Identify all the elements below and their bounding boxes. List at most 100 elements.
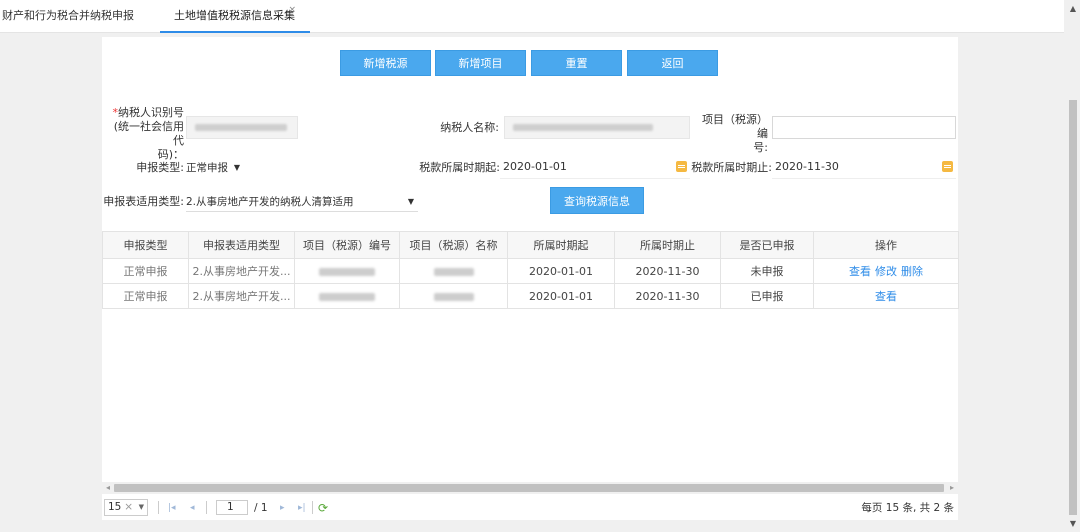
view-link[interactable]: 查看	[849, 265, 871, 278]
close-icon[interactable]: ×	[288, 0, 296, 26]
vertical-scrollbar[interactable]: ▲ ▼	[1066, 0, 1080, 532]
cell-start: 2020-01-01	[507, 258, 615, 284]
cell-project-no	[294, 283, 400, 309]
reset-button[interactable]: 重置	[531, 50, 622, 76]
add-project-button[interactable]: 新增项目	[435, 50, 526, 76]
toolbar: 新增税源 新增项目 重置 返回	[102, 50, 958, 76]
page-size-value: 15	[108, 501, 122, 513]
cell-form-type: 2.从事房地产开发...	[188, 258, 295, 284]
period-start-input[interactable]: 2020-01-01	[500, 156, 690, 179]
taxpayer-id-field	[186, 116, 298, 139]
taxpayer-id-label: *纳税人识别号 (统一社会信用代 码)：	[106, 106, 185, 162]
select-value: 正常申报	[186, 162, 228, 174]
column-header[interactable]: 申报类型	[102, 231, 189, 259]
divider	[312, 501, 313, 514]
tab-bar: 财产和行为税合并纳税申报 土地增值税税源信息采集 ×	[0, 0, 1064, 33]
column-header[interactable]: 项目（税源）编号	[294, 231, 400, 259]
table-row[interactable]: 正常申报 2.从事房地产开发... 2020-01-01 2020-11-30 …	[102, 258, 959, 284]
column-header[interactable]: 是否已申报	[720, 231, 814, 259]
source-table: 申报类型 申报表适用类型 项目（税源）编号 项目（税源）名称 所属时期起 所属时…	[102, 231, 959, 309]
redacted-value	[319, 292, 375, 301]
delete-link[interactable]: 删除	[901, 265, 923, 278]
scroll-down-icon[interactable]: ▼	[1066, 519, 1080, 528]
scroll-left-icon[interactable]: ◂	[102, 482, 114, 494]
label-line: 号:	[753, 141, 768, 154]
label-line: (统一社会信用代	[113, 120, 184, 147]
pagination: 15 × ▼ |◂ ◂ 1 / 1 ▸ ▸| ⟳ 每页 15 条, 共 2 条	[102, 498, 958, 518]
dropdown-arrow-icon: ▼	[138, 503, 144, 511]
table-header-row: 申报类型 申报表适用类型 项目（税源）编号 项目（税源）名称 所属时期起 所属时…	[102, 231, 959, 259]
dropdown-arrow-icon: ▼	[407, 197, 414, 206]
label-line: 纳税人识别号	[118, 106, 184, 119]
scroll-thumb[interactable]	[114, 484, 944, 492]
cell-start: 2020-01-01	[507, 283, 615, 309]
column-header[interactable]: 所属时期止	[614, 231, 721, 259]
scroll-right-icon[interactable]: ▸	[946, 482, 958, 494]
form-type-select[interactable]: 2.从事房地产开发的纳税人清算适用 ▼	[186, 192, 418, 212]
page-size-select[interactable]: 15 × ▼	[104, 499, 148, 516]
declare-type-select[interactable]: 正常申报 ▼	[186, 158, 242, 178]
divider	[206, 501, 207, 514]
column-header[interactable]: 操作	[813, 231, 959, 259]
last-page-icon[interactable]: ▸|	[298, 500, 306, 516]
period-end-label: 税款所属时期止:	[691, 161, 772, 174]
back-button[interactable]: 返回	[627, 50, 718, 76]
project-no-input[interactable]	[772, 116, 956, 139]
cell-declared: 已申报	[720, 283, 814, 309]
cell-end: 2020-11-30	[614, 258, 721, 284]
divider	[158, 501, 159, 514]
page-summary: 每页 15 条, 共 2 条	[861, 502, 954, 514]
input-value: 2020-11-30	[775, 160, 839, 173]
project-no-label: 项目（税源）编 号:	[698, 113, 768, 155]
page-number-input[interactable]: 1	[216, 500, 248, 515]
view-link[interactable]: 查看	[875, 290, 897, 303]
period-start-label: 税款所属时期起:	[419, 161, 500, 174]
cell-declared: 未申报	[720, 258, 814, 284]
select-value: 2.从事房地产开发的纳税人清算适用	[186, 196, 354, 208]
tab-property-tax-declaration[interactable]: 财产和行为税合并纳税申报	[2, 0, 142, 33]
period-end-input[interactable]: 2020-11-30	[772, 156, 956, 179]
scroll-thumb[interactable]	[1069, 100, 1077, 515]
tab-label: 土地增值税税源信息采集	[174, 9, 295, 22]
column-header[interactable]: 项目（税源）名称	[399, 231, 508, 259]
redacted-value	[195, 124, 287, 131]
column-header[interactable]: 所属时期起	[507, 231, 615, 259]
label-line: 项目（税源）编	[702, 113, 768, 140]
column-header[interactable]: 申报表适用类型	[188, 231, 295, 259]
redacted-value	[433, 267, 474, 276]
redacted-value	[433, 292, 474, 301]
next-page-icon[interactable]: ▸	[280, 500, 285, 516]
calendar-icon[interactable]	[942, 161, 953, 172]
cell-type: 正常申报	[102, 283, 189, 309]
edit-link[interactable]: 修改	[875, 265, 897, 278]
cell-actions: 查看	[813, 283, 959, 309]
label-line: 码)：	[157, 148, 184, 161]
redacted-value	[513, 124, 653, 131]
first-page-icon[interactable]: |◂	[168, 500, 176, 516]
taxpayer-name-field	[504, 116, 690, 139]
dropdown-arrow-icon: ▼	[233, 163, 240, 172]
tab-land-vat-source-collection[interactable]: 土地增值税税源信息采集 ×	[160, 0, 310, 33]
declare-type-label: 申报类型:	[136, 161, 184, 174]
clear-icon[interactable]: ×	[124, 500, 133, 515]
input-value: 2020-01-01	[503, 160, 567, 173]
table-row[interactable]: 正常申报 2.从事房地产开发... 2020-01-01 2020-11-30 …	[102, 283, 959, 309]
horizontal-scrollbar[interactable]: ◂ ▸	[102, 482, 958, 494]
cell-end: 2020-11-30	[614, 283, 721, 309]
calendar-icon[interactable]	[676, 161, 687, 172]
cell-project-name	[399, 258, 508, 284]
form-type-label: 申报表适用类型:	[103, 195, 184, 208]
taxpayer-name-label: 纳税人名称:	[440, 121, 499, 134]
scroll-up-icon[interactable]: ▲	[1066, 4, 1080, 13]
prev-page-icon[interactable]: ◂	[190, 500, 195, 516]
cell-type: 正常申报	[102, 258, 189, 284]
cell-actions: 查看 修改 删除	[813, 258, 959, 284]
redacted-value	[319, 267, 375, 276]
cell-project-no	[294, 258, 400, 284]
main-panel: 新增税源 新增项目 重置 返回 *纳税人识别号 (统一社会信用代 码)： 纳税人…	[102, 37, 959, 520]
query-source-button[interactable]: 查询税源信息	[550, 187, 644, 214]
cell-form-type: 2.从事房地产开发...	[188, 283, 295, 309]
add-source-button[interactable]: 新增税源	[340, 50, 431, 76]
refresh-icon[interactable]: ⟳	[318, 500, 328, 516]
tab-label: 财产和行为税合并纳税申报	[2, 9, 134, 22]
